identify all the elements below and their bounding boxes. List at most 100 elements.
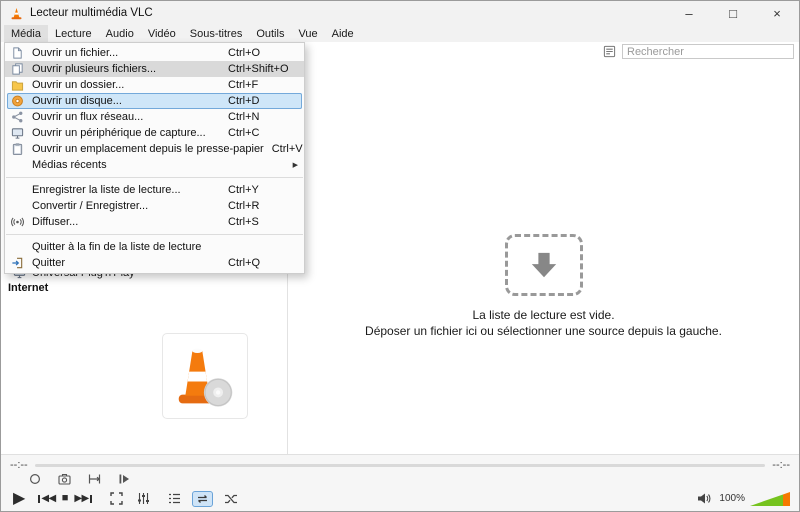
empty-playlist-title: La liste de lecture est vide. bbox=[288, 308, 799, 324]
menu-item-open-network-stream[interactable]: Ouvrir un flux réseau... Ctrl+N bbox=[5, 109, 304, 125]
stop-button[interactable]: ■ bbox=[59, 493, 72, 504]
menu-item-shortcut: Ctrl+D bbox=[228, 95, 298, 107]
speaker-icon[interactable] bbox=[694, 492, 714, 505]
menubar-item-audio[interactable]: Audio bbox=[99, 25, 141, 42]
loop-button[interactable] bbox=[192, 491, 213, 507]
transport-row: ▶ ◀◀ ■ ▶▶ bbox=[1, 485, 799, 512]
capture-icon bbox=[10, 126, 25, 140]
menu-item-quit-at-end[interactable]: Quitter à la fin de la liste de lecture bbox=[5, 239, 304, 255]
menu-item-open-folder[interactable]: Ouvrir un dossier... Ctrl+F bbox=[5, 77, 304, 93]
menubar-item-lecture[interactable]: Lecture bbox=[48, 25, 99, 42]
vlc-window: Lecteur multimédia VLC – □ × Média Lectu… bbox=[0, 0, 800, 512]
files-icon bbox=[10, 62, 25, 76]
play-button[interactable]: ▶ bbox=[10, 491, 28, 507]
menu-item-open-disc[interactable]: Ouvrir un disque... Ctrl+D bbox=[7, 93, 302, 109]
volume-slider[interactable] bbox=[750, 491, 790, 507]
menu-separator bbox=[6, 177, 303, 178]
menu-item-label: Convertir / Enregistrer... bbox=[32, 200, 220, 212]
menu-item-label: Ouvrir un fichier... bbox=[32, 47, 220, 59]
time-elapsed-label: --:-- bbox=[10, 459, 28, 471]
previous-button[interactable]: ◀◀ bbox=[35, 494, 58, 504]
file-icon bbox=[10, 46, 25, 60]
menu-item-shortcut: Ctrl+Y bbox=[228, 184, 298, 196]
menu-item-label: Ouvrir un disque... bbox=[32, 95, 220, 107]
menubar-item-tools[interactable]: Outils bbox=[249, 25, 291, 42]
menu-item-shortcut: Ctrl+F bbox=[228, 79, 298, 91]
submenu-arrow-icon: ▶ bbox=[293, 161, 298, 169]
close-button[interactable]: × bbox=[755, 1, 799, 25]
frame-by-frame-button[interactable] bbox=[115, 473, 133, 485]
bottom-controls: --:-- --:-- ▶ ◀◀ bbox=[1, 454, 799, 511]
menubar-item-help[interactable]: Aide bbox=[325, 25, 361, 42]
menu-item-shortcut: Ctrl+Shift+O bbox=[228, 63, 298, 75]
menu-item-quit[interactable]: Quitter Ctrl+Q bbox=[5, 255, 304, 271]
menu-item-convert-save[interactable]: Convertir / Enregistrer... Ctrl+R bbox=[5, 198, 304, 214]
network-icon bbox=[10, 110, 25, 124]
no-icon bbox=[10, 240, 25, 254]
menu-item-label: Ouvrir plusieurs fichiers... bbox=[32, 63, 220, 75]
playlist-toggle-button[interactable] bbox=[165, 492, 184, 505]
menu-item-label: Ouvrir un dossier... bbox=[32, 79, 220, 91]
maximize-button[interactable]: □ bbox=[711, 1, 755, 25]
menu-item-label: Enregistrer la liste de lecture... bbox=[32, 184, 220, 196]
menu-item-label: Médias récents bbox=[32, 159, 285, 171]
menu-item-label: Quitter bbox=[32, 257, 220, 269]
window-controls: – □ × bbox=[667, 1, 799, 25]
vlc-logo-banner bbox=[162, 333, 248, 419]
sidebar-section-internet[interactable]: Internet bbox=[8, 282, 48, 294]
vlc-cone-icon bbox=[10, 7, 23, 20]
empty-playlist-message: La liste de lecture est vide. Déposer un… bbox=[288, 308, 799, 339]
quit-icon bbox=[10, 256, 25, 270]
volume-controls: 100% bbox=[694, 491, 790, 507]
view-mode-icon[interactable] bbox=[603, 45, 616, 58]
fullscreen-button[interactable] bbox=[107, 492, 126, 505]
stream-icon bbox=[10, 215, 25, 229]
seek-row: --:-- --:-- bbox=[1, 455, 799, 472]
no-icon bbox=[10, 199, 25, 213]
menu-item-shortcut: Ctrl+O bbox=[228, 47, 298, 59]
seek-slider[interactable] bbox=[35, 464, 766, 467]
advanced-controls-row bbox=[1, 472, 799, 485]
menu-item-shortcut: Ctrl+R bbox=[228, 200, 298, 212]
menubar-item-view[interactable]: Vue bbox=[291, 25, 324, 42]
menu-item-open-multiple-files[interactable]: Ouvrir plusieurs fichiers... Ctrl+Shift+… bbox=[5, 61, 304, 77]
menu-item-label: Ouvrir un périphérique de capture... bbox=[32, 127, 220, 139]
menubar-item-video[interactable]: Vidéo bbox=[141, 25, 183, 42]
menu-item-shortcut: Ctrl+S bbox=[228, 216, 298, 228]
drop-arrow-icon bbox=[529, 250, 559, 280]
clipboard-icon bbox=[10, 142, 25, 156]
folder-icon bbox=[10, 78, 25, 92]
extended-settings-button[interactable] bbox=[134, 492, 153, 505]
menu-item-open-file[interactable]: Ouvrir un fichier... Ctrl+O bbox=[5, 45, 304, 61]
menu-item-save-playlist[interactable]: Enregistrer la liste de lecture... Ctrl+… bbox=[5, 182, 304, 198]
search-input[interactable] bbox=[622, 44, 794, 59]
volume-percent-label: 100% bbox=[719, 493, 745, 504]
drop-zone[interactable] bbox=[505, 234, 583, 296]
next-button[interactable]: ▶▶ bbox=[71, 494, 94, 504]
menubar-item-media[interactable]: Média bbox=[4, 25, 48, 42]
ab-loop-button[interactable] bbox=[85, 473, 104, 485]
window-title: Lecteur multimédia VLC bbox=[30, 7, 153, 19]
shuffle-button[interactable] bbox=[221, 493, 241, 505]
disc-icon bbox=[10, 94, 25, 108]
menubar-item-subtitles[interactable]: Sous-titres bbox=[183, 25, 250, 42]
menu-item-recent-media[interactable]: Médias récents ▶ bbox=[5, 157, 304, 173]
menu-item-stream[interactable]: Diffuser... Ctrl+S bbox=[5, 214, 304, 230]
menubar: Média Lecture Audio Vidéo Sous-titres Ou… bbox=[1, 25, 799, 42]
menu-item-shortcut: Ctrl+C bbox=[228, 127, 298, 139]
time-remaining-label: --:-- bbox=[772, 459, 790, 471]
menu-item-shortcut: Ctrl+V bbox=[272, 143, 342, 155]
menu-separator bbox=[6, 234, 303, 235]
menu-item-open-capture-device[interactable]: Ouvrir un périphérique de capture... Ctr… bbox=[5, 125, 304, 141]
record-button[interactable] bbox=[26, 473, 44, 485]
minimize-button[interactable]: – bbox=[667, 1, 711, 25]
snapshot-button[interactable] bbox=[55, 473, 74, 485]
no-icon bbox=[10, 158, 25, 172]
media-dropdown-menu: Ouvrir un fichier... Ctrl+O Ouvrir plusi… bbox=[4, 42, 305, 274]
menu-item-label: Ouvrir un flux réseau... bbox=[32, 111, 220, 123]
playlist-search-row bbox=[603, 44, 794, 59]
menu-item-label: Diffuser... bbox=[32, 216, 220, 228]
menu-item-shortcut: Ctrl+N bbox=[228, 111, 298, 123]
menu-item-open-from-clipboard[interactable]: Ouvrir un emplacement depuis le presse-p… bbox=[5, 141, 304, 157]
vlc-cone-cd-image bbox=[170, 341, 240, 411]
